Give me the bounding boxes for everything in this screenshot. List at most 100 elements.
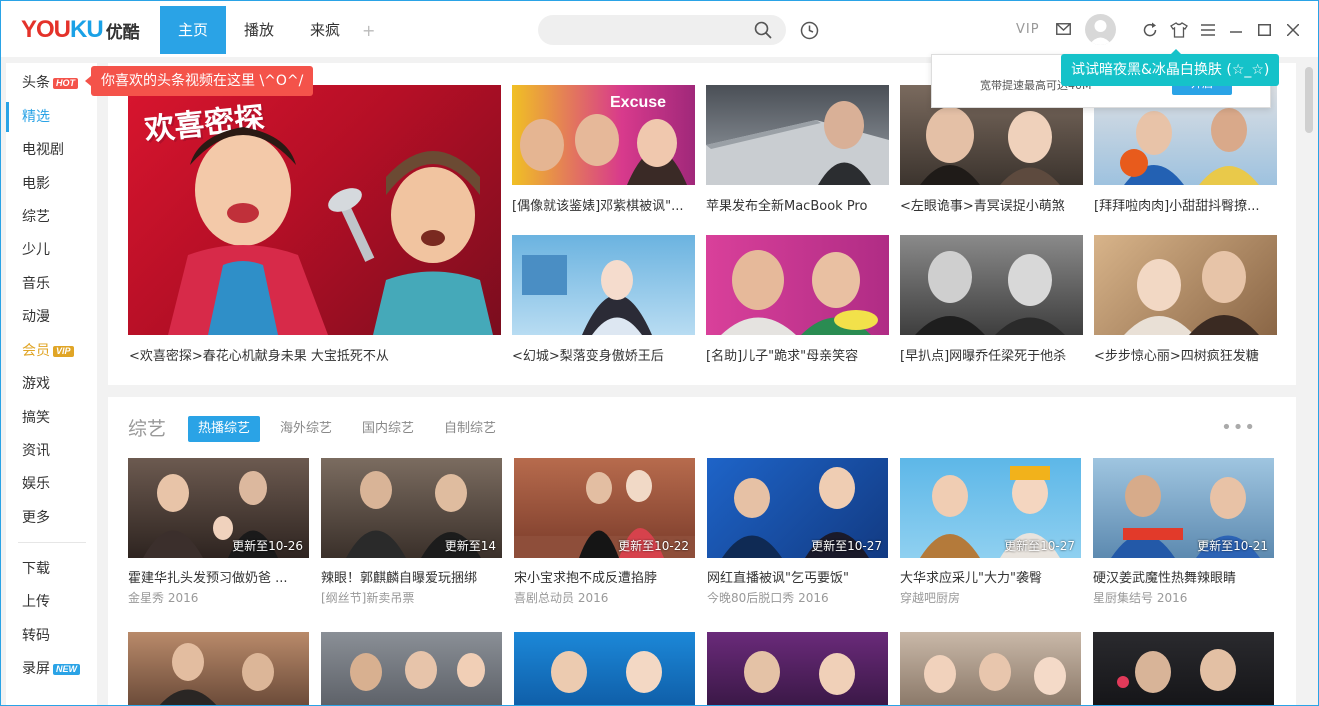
variety-caption[interactable]: 大华求应采儿"大力"袭臀 [900, 567, 1081, 586]
mail-icon[interactable] [1056, 23, 1071, 35]
skin-shirt-icon[interactable] [1170, 22, 1188, 38]
sidebar-item-label: 录屏 [22, 661, 50, 677]
featured-thumbnail[interactable]: Excuse [512, 85, 695, 185]
menu-icon[interactable] [1201, 24, 1215, 36]
minimize-icon[interactable] [1230, 30, 1242, 34]
youku-logo[interactable]: YOUKU 优酷 [21, 16, 140, 43]
featured-caption[interactable]: [名助]儿子"跪求"母亲笑容 [706, 345, 889, 364]
sidebar-item-tv[interactable]: 电视剧 [6, 135, 97, 165]
sidebar-item-record[interactable]: 录屏 NEW [6, 654, 97, 684]
sidebar-item-more[interactable]: 更多 [6, 503, 97, 533]
scrollbar-track[interactable] [1304, 63, 1314, 703]
variety-subtitle[interactable]: 喜剧总动员 2016 [514, 589, 695, 606]
variety-thumbnail[interactable]: 更新至10-27 [707, 458, 888, 558]
search-input[interactable] [538, 15, 748, 45]
vip-link[interactable]: VIP [1016, 22, 1040, 37]
top-bar: YOUKU 优酷 主页 播放 来疯 + VIP [1, 1, 1318, 57]
sidebar-item-anime[interactable]: 动漫 [6, 302, 97, 332]
close-icon[interactable] [1287, 24, 1299, 36]
sidebar-item-variety[interactable]: 综艺 [6, 202, 97, 232]
variety-thumbnail[interactable] [1093, 632, 1274, 705]
hero-caption[interactable]: <欢喜密探>春花心机献身未果 大宝抵死不从 [129, 345, 499, 364]
featured-panel: 欢喜密探 <欢喜密探>春花心机献身未果 大宝抵死不从 Excuse [偶像就该鉴… [108, 63, 1296, 385]
sidebar-item-featured[interactable]: 精选 [6, 102, 97, 132]
variety-caption[interactable]: 霍建华扎头发预习做奶爸 ... [128, 567, 309, 586]
variety-thumbnail[interactable] [900, 632, 1081, 705]
variety-thumbnail[interactable]: 更新至10-26 [128, 458, 309, 558]
refresh-icon[interactable] [1142, 22, 1158, 38]
tab-laifeng[interactable]: 来疯 [292, 6, 358, 54]
thumbnail-image [551, 651, 662, 693]
more-options-icon[interactable]: ••• [1221, 417, 1256, 438]
featured-caption[interactable]: <步步惊心丽>四树疯狂发糖 [1094, 345, 1277, 364]
variety-subtitle[interactable]: 穿越吧厨房 [900, 589, 1081, 606]
variety-subtitle[interactable]: [纲丝节]新卖吊票 [321, 589, 502, 606]
hero-thumbnail[interactable]: 欢喜密探 [128, 85, 501, 335]
variety-thumbnail[interactable]: 更新至10-21 [1093, 458, 1274, 558]
thumbnail-image: Excuse [520, 94, 687, 185]
variety-thumbnail[interactable] [514, 632, 695, 705]
avatar[interactable] [1085, 14, 1116, 45]
search-icon[interactable] [754, 21, 772, 39]
featured-thumbnail[interactable] [512, 235, 695, 335]
variety-thumbnail[interactable]: 更新至10-22 [514, 458, 695, 558]
hot-badge: HOT [53, 77, 78, 89]
variety-caption[interactable]: 硬汉姜武魔性热舞辣眼睛 [1093, 567, 1274, 586]
tab-play[interactable]: 播放 [226, 6, 292, 54]
tab-hot-variety[interactable]: 热播综艺 [188, 416, 261, 442]
sidebar-item-headlines[interactable]: 头条 HOT [6, 68, 97, 98]
update-label: 更新至10-26 [232, 539, 303, 553]
thumbnail-image [1117, 649, 1236, 693]
tab-overseas-variety[interactable]: 海外综艺 [270, 416, 342, 442]
variety-subtitle[interactable]: 星厨集结号 2016 [1093, 589, 1274, 606]
update-label: 更新至14 [444, 539, 496, 553]
sidebar-item-music[interactable]: 音乐 [6, 269, 97, 299]
skin-tooltip[interactable]: 试试暗夜黑&冰晶白换肤 (☆_☆) [1061, 49, 1280, 86]
sidebar-item-movies[interactable]: 电影 [6, 169, 97, 199]
variety-thumbnail[interactable] [707, 632, 888, 705]
sidebar-item-label: 会员 [22, 343, 50, 359]
add-tab-button[interactable]: + [362, 21, 375, 40]
variety-thumbnail[interactable]: 更新至10-27 [900, 458, 1081, 558]
featured-caption[interactable]: [拜拜啦肉肉]小甜甜抖臀撩... [1094, 195, 1277, 214]
variety-thumbnail[interactable]: 更新至14 [321, 458, 502, 558]
sidebar-item-funny[interactable]: 搞笑 [6, 403, 97, 433]
sidebar-item-label: 头条 [22, 75, 50, 91]
variety-thumbnail[interactable] [128, 632, 309, 705]
variety-caption[interactable]: 宋小宝求抱不成反遭掐脖 [514, 567, 695, 586]
featured-thumbnail[interactable] [900, 235, 1083, 335]
variety-subtitle[interactable]: 今晚80后脱口秀 2016 [707, 589, 888, 606]
variety-caption[interactable]: 网红直播被讽"乞丐要饭" [707, 567, 888, 586]
thumbnail-image [350, 651, 485, 691]
featured-caption[interactable]: [早扒点]网曝乔任梁死于他杀 [900, 345, 1083, 364]
tab-home[interactable]: 主页 [160, 6, 226, 54]
history-clock-icon[interactable] [800, 21, 819, 40]
variety-thumbnail[interactable] [321, 632, 502, 705]
featured-caption[interactable]: 苹果发布全新MacBook Pro [706, 195, 889, 214]
thumbnail-image [721, 250, 878, 335]
sidebar-item-member[interactable]: 会员 VIP [6, 336, 97, 366]
variety-caption[interactable]: 辣眼！郭麒麟自曝爱玩捆绑 [321, 567, 502, 586]
featured-caption[interactable]: [偶像就该鉴婊]邓紫棋被讽"... [512, 195, 695, 214]
featured-thumbnail[interactable] [706, 235, 889, 335]
tab-original-variety[interactable]: 自制综艺 [434, 416, 506, 442]
sidebar-item-transcode[interactable]: 转码 [6, 621, 97, 651]
sidebar-item-entertainment[interactable]: 娱乐 [6, 469, 97, 499]
sidebar-item-upload[interactable]: 上传 [6, 587, 97, 617]
sidebar-item-news[interactable]: 资讯 [6, 436, 97, 466]
sidebar-item-kids[interactable]: 少儿 [6, 235, 97, 265]
thumbnail-image [924, 653, 1066, 695]
featured-caption[interactable]: <幻城>梨落变身傲娇王后 [512, 345, 695, 364]
sidebar-item-download[interactable]: 下载 [6, 554, 97, 584]
scrollbar-thumb[interactable] [1305, 67, 1313, 133]
tab-domestic-variety[interactable]: 国内综艺 [352, 416, 424, 442]
thumbnail-image [522, 255, 652, 335]
featured-thumbnail[interactable] [706, 85, 889, 185]
maximize-icon[interactable] [1258, 24, 1271, 36]
featured-caption[interactable]: <左眼诡事>青冥误捉小萌煞 [900, 195, 1083, 214]
variety-subtitle[interactable]: 金星秀 2016 [128, 589, 309, 606]
logo-text-ku: KU [70, 16, 104, 43]
featured-thumbnail[interactable] [1094, 235, 1277, 335]
sidebar-item-games[interactable]: 游戏 [6, 369, 97, 399]
logo-text-cn: 优酷 [105, 22, 140, 43]
